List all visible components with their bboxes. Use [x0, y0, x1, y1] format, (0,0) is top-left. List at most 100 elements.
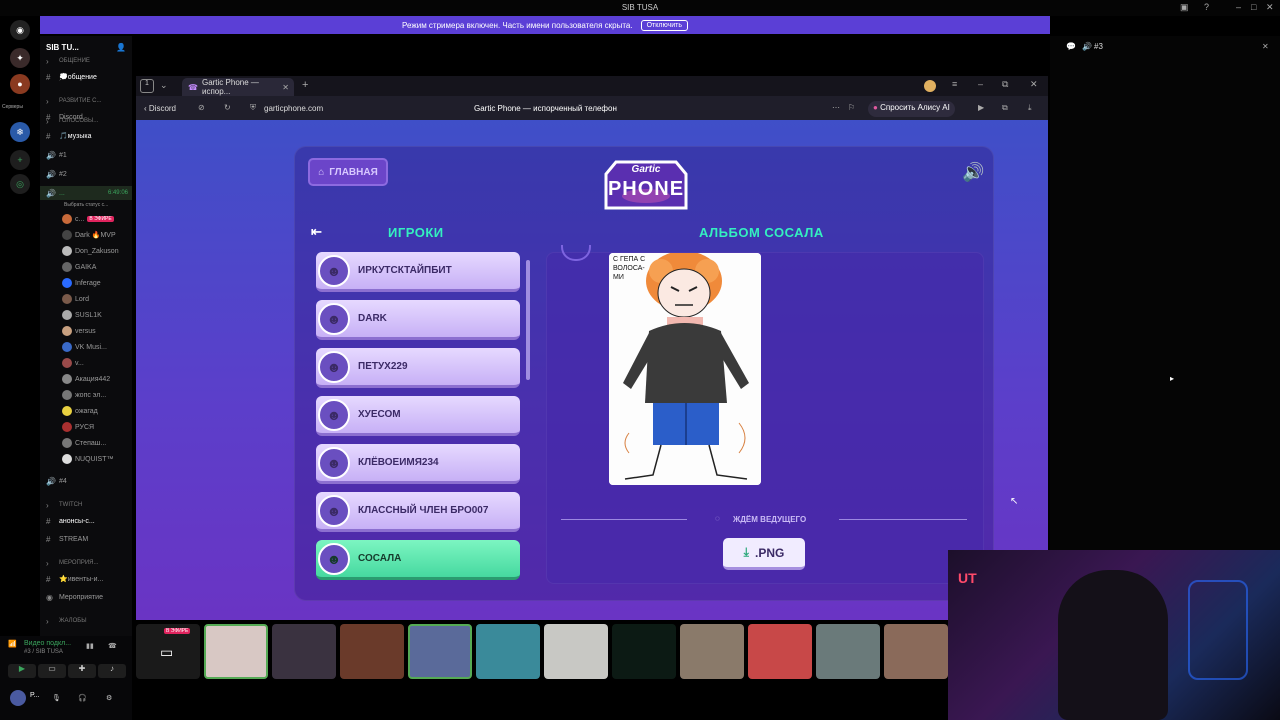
neon-light: [1188, 580, 1248, 680]
voice-user[interactable]: NUQUIST™: [40, 452, 132, 466]
close-browser-icon[interactable]: ✕: [1030, 79, 1038, 90]
players-scrollbar[interactable]: [526, 260, 530, 380]
download-png-button[interactable]: ⤓ .PNG: [723, 538, 805, 570]
video-tile[interactable]: [612, 624, 676, 679]
video-tile[interactable]: [272, 624, 336, 679]
minimize-browser-icon[interactable]: –: [978, 79, 983, 89]
category-razvitie[interactable]: › РАЗВИТИЕ С...: [40, 94, 132, 108]
category-obshchenie[interactable]: › ОБЩЕНИЕ: [40, 54, 132, 68]
url-field[interactable]: garticphone.com: [264, 104, 323, 113]
help-icon[interactable]: ?: [1204, 2, 1209, 12]
video-tile[interactable]: [884, 624, 948, 679]
video-tile[interactable]: [748, 624, 812, 679]
tabs-dropdown-icon[interactable]: ⌄: [160, 80, 168, 91]
video-tile[interactable]: [680, 624, 744, 679]
back-button[interactable]: ‹ Discord: [144, 104, 176, 113]
channel-stream[interactable]: # STREAM: [40, 532, 132, 546]
category-meropriyatiya[interactable]: › МЕРОПРИЯ...: [40, 556, 132, 570]
channel-meropriyatie[interactable]: ◉ Мероприятие: [40, 590, 132, 604]
server-icon[interactable]: ✦: [10, 48, 30, 68]
voice-user[interactable]: VK Musi...: [40, 340, 132, 354]
disconnect-icon[interactable]: ☎: [108, 642, 117, 650]
voice-user[interactable]: Inferage: [40, 276, 132, 290]
ask-alice-button[interactable]: ● Спросить Алису AI: [868, 101, 955, 117]
more-icon[interactable]: ⋯: [832, 103, 840, 112]
video-tile[interactable]: [204, 624, 268, 679]
close-panel-icon[interactable]: ✕: [1262, 42, 1269, 51]
volume-icon[interactable]: 🔊: [962, 162, 984, 183]
category-zhaloby[interactable]: › ЖАЛОБЫ: [40, 614, 132, 628]
soundboard-button[interactable]: ♪: [98, 664, 126, 678]
video-tile[interactable]: [408, 624, 472, 679]
exit-icon[interactable]: ⇤: [311, 224, 322, 240]
channel-anonsy[interactable]: # анонсы-с...: [40, 514, 132, 528]
category-twitch[interactable]: › TWITCH: [40, 498, 132, 512]
channel-obshchenie[interactable]: # 💭общение: [40, 70, 132, 84]
voice-user[interactable]: Dark 🔥MVP: [40, 228, 132, 242]
video-tile[interactable]: [476, 624, 540, 679]
add-server-icon[interactable]: +: [10, 150, 30, 170]
add-member-icon[interactable]: 👤: [116, 43, 126, 52]
bookmark-icon[interactable]: ⚐: [848, 103, 855, 112]
voice-user[interactable]: жопс эл...: [40, 388, 132, 402]
download-icon[interactable]: ⤓: [1028, 103, 1032, 113]
close-icon[interactable]: ✕: [1266, 2, 1274, 13]
microphone-icon[interactable]: 🎙: [52, 694, 61, 702]
channel-muzyka[interactable]: # 🎵музыка: [40, 129, 132, 143]
home-button[interactable]: ⌂ ГЛАВНАЯ: [308, 158, 388, 186]
voice-user[interactable]: Lord: [40, 292, 132, 306]
video-tile[interactable]: [544, 624, 608, 679]
profile-avatar[interactable]: [924, 80, 936, 92]
video-tile[interactable]: [816, 624, 880, 679]
voice-channel-4[interactable]: 🔊 #4: [40, 474, 132, 488]
video-tile[interactable]: [340, 624, 404, 679]
avatar[interactable]: [10, 690, 26, 706]
voice-user[interactable]: GAIKA: [40, 260, 132, 274]
voice-user[interactable]: c... В ЭФИРЕ: [40, 212, 132, 226]
server-name[interactable]: SIB TU... 👤: [40, 40, 132, 54]
settings-icon[interactable]: ⚙: [106, 694, 112, 702]
server-icon[interactable]: ●: [10, 74, 30, 94]
voice-user[interactable]: SUSL1K: [40, 308, 132, 322]
voice-user[interactable]: versus: [40, 324, 132, 338]
speaker-icon: 🔊: [1082, 42, 1092, 51]
voice-user[interactable]: Don_Zakuson: [40, 244, 132, 258]
maximize-icon[interactable]: □: [1251, 2, 1256, 12]
restore-browser-icon[interactable]: ⧉: [1002, 79, 1008, 90]
new-tab-icon[interactable]: +: [302, 79, 308, 91]
extension-icon[interactable]: ▶: [978, 103, 984, 112]
discord-home-icon[interactable]: ◉: [10, 20, 30, 40]
player-avatar: ☻: [318, 350, 350, 383]
voice-channel-1[interactable]: 🔊 #1: [40, 148, 132, 162]
menu-icon[interactable]: ≡: [952, 79, 957, 89]
reload-icon[interactable]: ↻: [224, 103, 231, 112]
video-button[interactable]: ▶: [8, 664, 36, 678]
noise-icon[interactable]: ▮▮: [86, 642, 94, 650]
minimize-icon[interactable]: –: [1236, 2, 1241, 12]
activity-button[interactable]: ✚: [68, 664, 96, 678]
inbox-icon[interactable]: ▣: [1180, 2, 1189, 13]
protect-icon[interactable]: ⊘: [198, 103, 205, 112]
voice-channel-2[interactable]: 🔊 #2: [40, 167, 132, 181]
sib-tusa-server-icon[interactable]: ❄: [10, 122, 30, 142]
tab-counter[interactable]: 1: [140, 79, 154, 93]
gartic-phone-logo: Gartic PHONE: [596, 158, 696, 216]
voice-user[interactable]: РУСЯ: [40, 420, 132, 434]
screenshare-button[interactable]: ▭: [38, 664, 66, 678]
status-hint[interactable]: Выбрать статус с...: [40, 198, 132, 212]
disable-streamer-mode-button[interactable]: Отключить: [640, 19, 688, 31]
channel-iventy[interactable]: # ⭐ивенты-и...: [40, 572, 132, 586]
tab-gartic[interactable]: ☎ Gartic Phone — испор... ✕: [182, 78, 294, 96]
player-card: ☻ DARK: [316, 300, 520, 340]
voice-user[interactable]: ожагад: [40, 404, 132, 418]
video-tile-streamer[interactable]: В ЭФИРЕ ▭: [136, 624, 200, 679]
tab-close-icon[interactable]: ✕: [282, 83, 289, 92]
voice-user[interactable]: Акация442: [40, 372, 132, 386]
collections-icon[interactable]: ⧉: [1002, 103, 1008, 113]
streamer-mode-banner: Режим стримера включен. Часть имени поль…: [40, 16, 1050, 34]
voice-user[interactable]: Степаш...: [40, 436, 132, 450]
voice-user[interactable]: v...: [40, 356, 132, 370]
explore-icon[interactable]: ◎: [10, 174, 30, 194]
headphones-icon[interactable]: 🎧: [78, 694, 87, 702]
category-golosovye[interactable]: › ГОЛОСОВЫ...: [40, 114, 132, 128]
